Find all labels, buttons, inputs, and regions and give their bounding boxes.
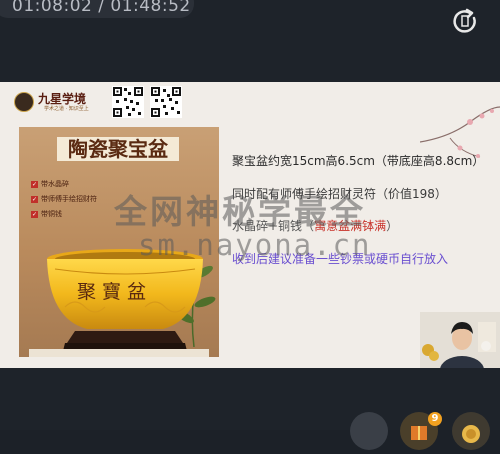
feature-item: ✓ 带水晶碎	[31, 179, 69, 189]
qr-code-icon	[150, 86, 182, 118]
brand-tagline: 学术之道 · 知识至上	[44, 106, 89, 112]
playback-time: 01:08:02 / 01:48:52	[0, 0, 194, 18]
rotate-screen-icon[interactable]	[450, 6, 480, 36]
bowl-inscription: 聚寶盆	[77, 281, 153, 303]
feature-label: 带铜钱	[41, 210, 62, 218]
crystal-coin-suffix: ）	[386, 219, 399, 233]
poster-title: 陶瓷聚宝盆	[57, 137, 179, 161]
display-pedestal	[29, 349, 209, 357]
video-slide: 九星学境 学术之道 · 知识至上 陶瓷聚宝盆 ✓ 带水晶碎 ✓ 带师傅手绘招财符 ✓…	[0, 82, 500, 368]
brand-emblem-icon	[14, 92, 34, 112]
feature-label: 带水晶碎	[41, 180, 69, 188]
coin-icon	[462, 425, 480, 443]
qr-code-icon	[112, 86, 144, 118]
check-icon: ✓	[31, 180, 38, 188]
product-size-text: 聚宝盆约宽15cm高6.5cm（带底座高8.8cm）	[232, 154, 485, 168]
presenter-camera-feed	[420, 312, 500, 368]
watermark-url: sm.nayona.cn	[138, 228, 372, 262]
feature-label: 带师傅手绘招财符	[41, 195, 97, 203]
plum-branch-decoration	[420, 106, 500, 158]
more-button[interactable]	[452, 412, 490, 450]
notification-badge: 9	[428, 412, 442, 426]
player-top-bar: 01:08:02 / 01:48:52	[0, 0, 500, 82]
player-bottom-bar	[0, 368, 500, 450]
check-icon: ✓	[31, 195, 38, 203]
check-icon: ✓	[31, 210, 38, 218]
feature-item: ✓ 带铜钱	[31, 209, 62, 219]
brand-logo: 九星学境 学术之道 · 知识至上	[14, 90, 98, 114]
action-button[interactable]	[350, 412, 388, 450]
watermark-title: 全网神秘学最全	[114, 192, 366, 231]
feature-item: ✓ 带师傅手绘招财符	[31, 194, 97, 204]
